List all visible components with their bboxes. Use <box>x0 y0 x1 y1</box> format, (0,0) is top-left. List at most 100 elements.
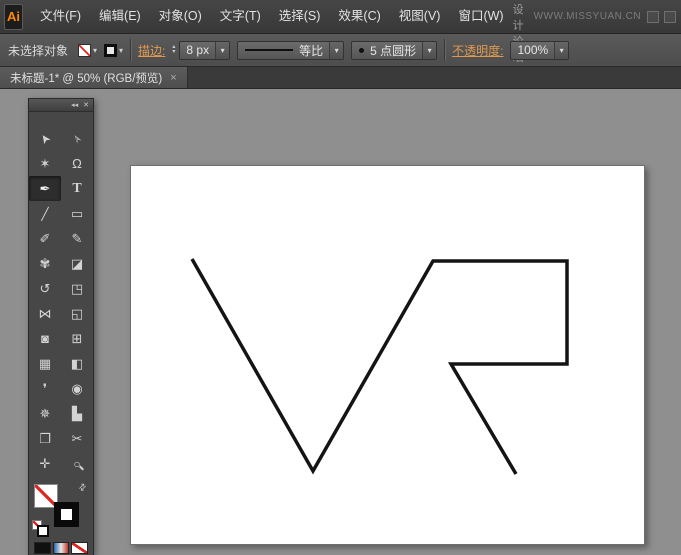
artboard-canvas[interactable] <box>131 166 644 544</box>
blend-tool-icon: ◉ <box>71 381 83 396</box>
scale-tool[interactable]: ◳ <box>61 276 93 301</box>
type-tool[interactable]: T <box>61 176 93 201</box>
width-profile-combo[interactable]: 等比 ▾ <box>237 40 345 60</box>
perspective-grid-tool-icon: ⊞ <box>71 331 83 346</box>
symbol-sprayer-tool-icon: ✵ <box>39 406 51 421</box>
opacity-combo[interactable]: 100% ▾ <box>510 40 570 60</box>
tools-panel: ◂◂ ✕ ➤ ➢ ✶ Ω ✒ T ╱ ▭ ✐ ✎ ✾ ◪ ↺ ◳ ⋈ ◱ ◙ ⊞ ▦ ◧ ❜ ◉ ✵ ▙ ❐ ✂ ✛ ○ ⇄ <box>28 98 94 555</box>
selection-tool-icon: ➤ <box>36 130 54 147</box>
lasso-tool[interactable]: Ω <box>61 151 93 176</box>
brush-definition-combo[interactable]: 5 点圆形 ▾ <box>351 40 438 60</box>
magic-wand-tool[interactable]: ✶ <box>29 151 61 176</box>
lasso-tool-icon: Ω <box>72 156 82 171</box>
stroke-weight-combo[interactable]: 8 px ▾ <box>179 40 231 60</box>
width-profile-preview <box>245 49 294 51</box>
vr-pen-path[interactable] <box>190 258 569 475</box>
chevron-down-icon[interactable]: ▾ <box>215 41 230 59</box>
chevron-down-icon[interactable]: ▾ <box>554 41 569 59</box>
swap-fill-stroke-icon[interactable]: ⇄ <box>77 481 90 494</box>
perspective-grid-tool[interactable]: ⊞ <box>61 326 93 351</box>
canvas-pasteboard[interactable]: ◂◂ ✕ ➤ ➢ ✶ Ω ✒ T ╱ ▭ ✐ ✎ ✾ ◪ ↺ ◳ ⋈ ◱ ◙ ⊞ ▦ ◧ ❜ ◉ ✵ ▙ ❐ ✂ ✛ ○ ⇄ <box>0 89 681 555</box>
menubar-items: 文件(F) 编辑(E) 对象(O) 文字(T) 选择(S) 效果(C) 视图(V) 窗口(W) <box>31 0 513 33</box>
direct-selection-tool[interactable]: ➢ <box>61 126 93 151</box>
menu-window[interactable]: 窗口(W) <box>449 0 512 33</box>
opacity-panel-link[interactable]: 不透明度: <box>452 42 503 59</box>
width-tool[interactable]: ⋈ <box>29 301 61 326</box>
rectangle-tool[interactable]: ▭ <box>61 201 93 226</box>
menu-view[interactable]: 视图(V) <box>390 0 450 33</box>
color-button[interactable] <box>34 542 51 554</box>
eraser-tool-icon: ◪ <box>70 256 84 271</box>
window-restore-button[interactable] <box>647 10 660 23</box>
paintbrush-tool-icon: ✐ <box>39 231 51 246</box>
default-fill-stroke-icon[interactable] <box>32 520 49 537</box>
selection-status: 未选择对象 <box>8 43 69 58</box>
hand-tool[interactable]: ✛ <box>29 451 61 476</box>
rotate-tool-icon: ↺ <box>39 281 51 296</box>
brush-definition-value: 5 点圆形 <box>370 43 417 58</box>
eraser-tool[interactable]: ◪ <box>61 251 93 276</box>
menu-object[interactable]: 对象(O) <box>150 0 211 33</box>
document-tab[interactable]: 未标题-1* @ 50% (RGB/预览) × <box>0 67 188 88</box>
panel-collapse-button[interactable]: ◂◂ <box>71 101 78 109</box>
stroke-weight-stepper[interactable]: ▴ ▾ <box>172 44 175 55</box>
hand-tool-icon: ✛ <box>39 456 51 471</box>
menu-select[interactable]: 选择(S) <box>270 0 330 33</box>
divider <box>444 39 446 61</box>
mesh-tool-icon: ▦ <box>38 356 52 371</box>
pencil-tool[interactable]: ✎ <box>61 226 93 251</box>
blob-brush-tool-icon: ✾ <box>39 256 51 271</box>
none-button[interactable] <box>71 542 89 554</box>
menu-type[interactable]: 文字(T) <box>211 0 270 33</box>
tools-panel-header: ◂◂ ✕ <box>29 99 93 112</box>
selection-tool[interactable]: ➤ <box>29 126 61 151</box>
artboard-tool[interactable]: ❐ <box>29 426 61 451</box>
column-graph-tool[interactable]: ▙ <box>61 401 93 426</box>
slice-tool[interactable]: ✂ <box>61 426 93 451</box>
document-tab-bar: 未标题-1* @ 50% (RGB/预览) × <box>0 67 681 89</box>
menu-effect[interactable]: 效果(C) <box>329 0 389 33</box>
blend-tool[interactable]: ◉ <box>61 376 93 401</box>
chevron-down-icon[interactable]: ▾ <box>422 41 437 59</box>
rectangle-tool-icon: ▭ <box>70 206 84 221</box>
shape-builder-tool[interactable]: ◙ <box>29 326 61 351</box>
paintbrush-tool[interactable]: ✐ <box>29 226 61 251</box>
gradient-button[interactable] <box>52 542 70 554</box>
watermark-url: WWW.MISSYUAN.CN <box>533 11 642 22</box>
blob-brush-tool[interactable]: ✾ <box>29 251 61 276</box>
gradient-tool[interactable]: ◧ <box>61 351 93 376</box>
zoom-tool[interactable]: ○ <box>61 451 93 476</box>
menu-file[interactable]: 文件(F) <box>31 0 90 33</box>
shape-builder-tool-icon: ◙ <box>41 331 49 346</box>
document-tab-title: 未标题-1* @ 50% (RGB/预览) <box>10 72 163 85</box>
pen-tool[interactable]: ✒ <box>29 176 61 201</box>
chevron-down-icon: ▾ <box>93 45 98 55</box>
app-logo: Ai <box>4 3 24 30</box>
gradient-tool-icon: ◧ <box>70 356 84 371</box>
artboard[interactable] <box>130 165 645 545</box>
slice-tool-icon: ✂ <box>71 431 83 446</box>
spinner-down-icon[interactable]: ▾ <box>172 49 175 55</box>
stroke-swatch[interactable] <box>54 502 79 527</box>
line-segment-tool[interactable]: ╱ <box>29 201 61 226</box>
stroke-color-control[interactable]: ▾ <box>104 43 123 57</box>
window-close-button[interactable] <box>664 10 676 23</box>
panel-close-button[interactable]: ✕ <box>83 101 89 109</box>
divider <box>130 39 132 61</box>
chevron-down-icon[interactable]: ▾ <box>329 41 344 59</box>
mesh-tool[interactable]: ▦ <box>29 351 61 376</box>
fill-stroke-widget: ⇄ <box>29 481 93 538</box>
symbol-sprayer-tool[interactable]: ✵ <box>29 401 61 426</box>
free-transform-tool[interactable]: ◱ <box>61 301 93 326</box>
tab-close-icon[interactable]: × <box>170 72 176 84</box>
stroke-panel-link[interactable]: 描边: <box>138 42 165 59</box>
paint-mode-row <box>29 538 93 554</box>
tools-grid: ➤ ➢ ✶ Ω ✒ T ╱ ▭ ✐ ✎ ✾ ◪ ↺ ◳ ⋈ ◱ ◙ ⊞ ▦ ◧ ❜ ◉ ✵ ▙ ❐ ✂ ✛ ○ <box>29 112 93 476</box>
rotate-tool[interactable]: ↺ <box>29 276 61 301</box>
eyedropper-tool[interactable]: ❜ <box>29 376 61 401</box>
fill-color-control[interactable]: ▾ <box>78 43 98 57</box>
pencil-tool-icon: ✎ <box>71 231 83 246</box>
menu-edit[interactable]: 编辑(E) <box>90 0 150 33</box>
direct-selection-tool-icon: ➢ <box>68 130 86 147</box>
column-graph-tool-icon: ▙ <box>72 406 82 421</box>
